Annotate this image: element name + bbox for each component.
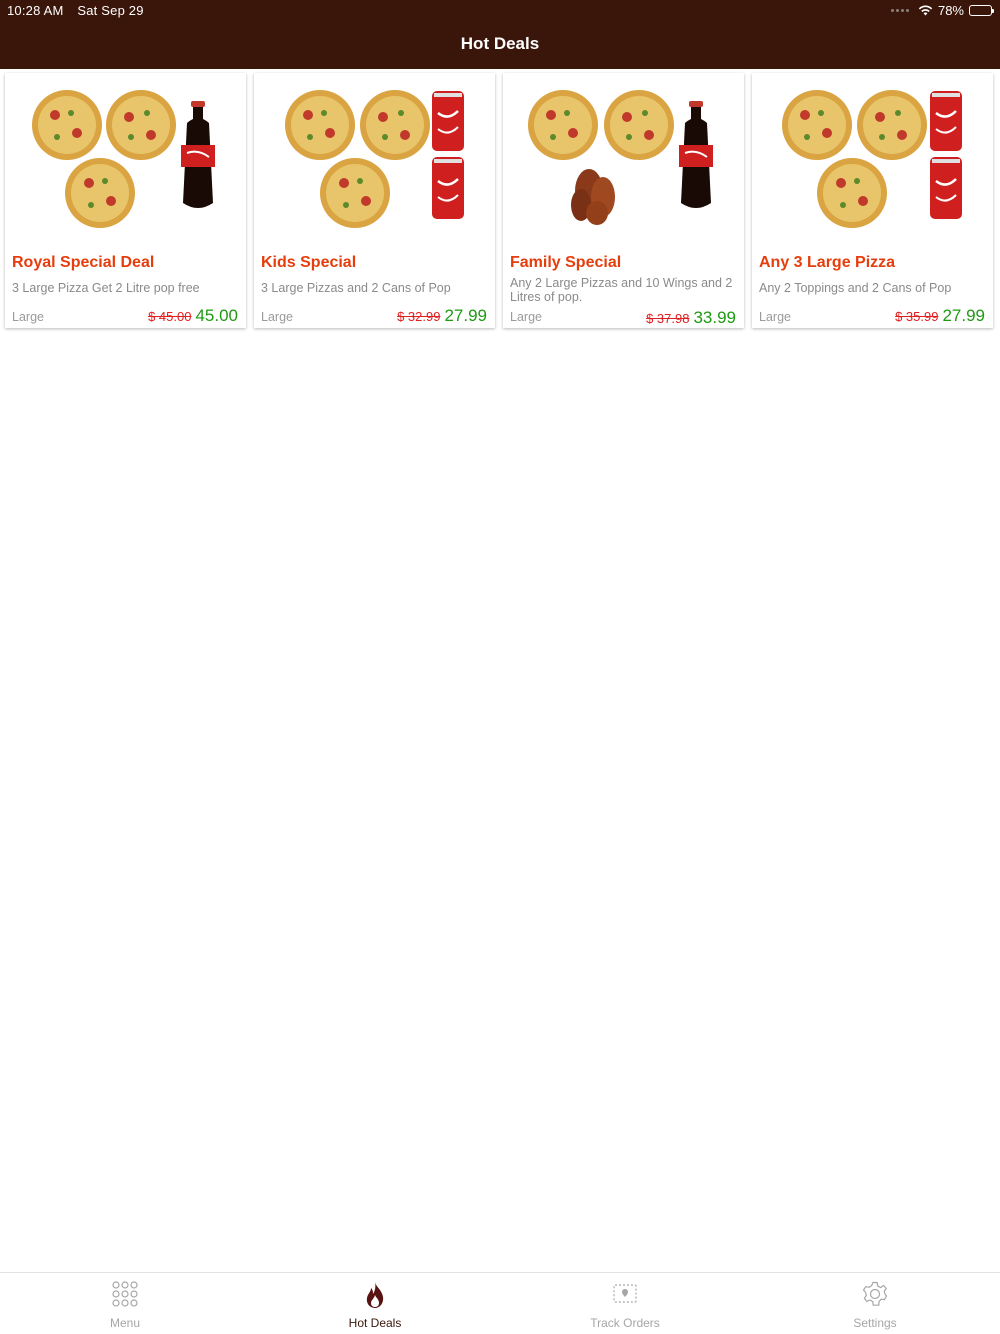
pizza-icon xyxy=(817,158,887,228)
status-date: Sat Sep 29 xyxy=(77,3,144,18)
deal-card-royal-special[interactable]: Royal Special Deal 3 Large Pizza Get 2 L… xyxy=(5,73,246,328)
old-price: $ 45.00 xyxy=(148,309,192,324)
old-price: $ 35.99 xyxy=(895,309,939,324)
deal-description: 3 Large Pizza Get 2 Litre pop free xyxy=(12,281,200,295)
deal-price: $ 35.99 27.99 xyxy=(895,306,985,326)
pizza-icon xyxy=(528,90,598,160)
page-title: Hot Deals xyxy=(460,34,540,53)
signal-dots-icon xyxy=(890,9,909,12)
deal-price: $ 32.99 27.99 xyxy=(397,306,487,326)
deal-size: Large xyxy=(510,310,542,324)
deal-title: Royal Special Deal xyxy=(12,254,155,271)
old-price: $ 32.99 xyxy=(397,309,441,324)
top-bar: 10:28 AM Sat Sep 29 78% Hot Deals xyxy=(0,0,1000,69)
status-time: 10:28 AM xyxy=(7,3,64,18)
deals-list: Royal Special Deal 3 Large Pizza Get 2 L… xyxy=(5,73,993,328)
cola-bottle-icon xyxy=(181,101,215,208)
tab-label: Track Orders xyxy=(590,1316,660,1330)
deal-size: Large xyxy=(759,310,791,324)
battery-icon xyxy=(969,5,994,16)
pizza-icon xyxy=(604,90,674,160)
wifi-icon xyxy=(918,5,933,16)
deal-image xyxy=(32,90,215,228)
pizza-icon xyxy=(857,90,927,160)
deal-title: Family Special xyxy=(510,254,622,271)
deal-title: Any 3 Large Pizza xyxy=(759,254,896,271)
deal-card-kids-special[interactable]: Kids Special 3 Large Pizzas and 2 Cans o… xyxy=(254,73,495,328)
menu-grid-icon xyxy=(112,1281,138,1307)
tab-menu[interactable]: Menu xyxy=(0,1273,250,1334)
pizza-icon xyxy=(285,90,355,160)
cola-can-icon xyxy=(930,91,962,151)
deal-description: Any 2 Toppings and 2 Cans of Pop xyxy=(759,281,952,295)
pizza-icon xyxy=(106,90,176,160)
deal-image xyxy=(528,90,713,225)
deal-size: Large xyxy=(12,310,44,324)
pizza-icon xyxy=(320,158,390,228)
new-price: 27.99 xyxy=(444,306,487,325)
deal-price: $ 37.98 33.99 xyxy=(646,308,736,328)
new-price: 45.00 xyxy=(195,306,238,325)
deal-description: 3 Large Pizzas and 2 Cans of Pop xyxy=(261,281,451,295)
track-map-icon xyxy=(613,1284,637,1303)
tab-bar: Menu Hot Deals Track Orders Settings xyxy=(0,1272,1000,1334)
gear-icon xyxy=(862,1281,888,1306)
pizza-icon xyxy=(32,90,102,160)
tab-hot-deals[interactable]: Hot Deals xyxy=(250,1273,500,1334)
old-price: $ 37.98 xyxy=(646,311,690,326)
cola-can-icon xyxy=(930,157,962,219)
status-bar-left: 10:28 AM Sat Sep 29 xyxy=(7,3,154,18)
tab-settings[interactable]: Settings xyxy=(750,1273,1000,1334)
deal-card-family-special[interactable]: Family Special Any 2 Large Pizzas and 10… xyxy=(503,73,744,328)
status-bar-right: 78% xyxy=(890,3,994,18)
deal-size: Large xyxy=(261,310,293,324)
chicken-wings-icon xyxy=(571,169,615,225)
cola-bottle-icon xyxy=(679,101,713,208)
pizza-icon xyxy=(65,158,135,228)
deal-description: Any 2 Large Pizzas and 10 Wings and 2 Li… xyxy=(510,276,733,304)
deal-image xyxy=(782,90,962,228)
tab-track-orders[interactable]: Track Orders xyxy=(500,1273,750,1334)
tab-label: Menu xyxy=(109,1316,141,1330)
deal-image xyxy=(285,90,464,228)
deal-card-any-3-large-pizza[interactable]: Any 3 Large Pizza Any 2 Toppings and 2 C… xyxy=(752,73,993,328)
tab-label: Settings xyxy=(853,1316,897,1330)
deal-title: Kids Special xyxy=(261,254,357,271)
battery-percent: 78% xyxy=(937,3,964,18)
pizza-icon xyxy=(360,90,430,160)
cola-can-icon xyxy=(432,157,464,219)
pizza-icon xyxy=(782,90,852,160)
flame-icon xyxy=(366,1282,384,1308)
tab-label: Hot Deals xyxy=(348,1316,402,1330)
new-price: 33.99 xyxy=(693,308,736,327)
cola-can-icon xyxy=(432,91,464,151)
new-price: 27.99 xyxy=(942,306,985,325)
deal-price: $ 45.00 45.00 xyxy=(148,306,238,326)
